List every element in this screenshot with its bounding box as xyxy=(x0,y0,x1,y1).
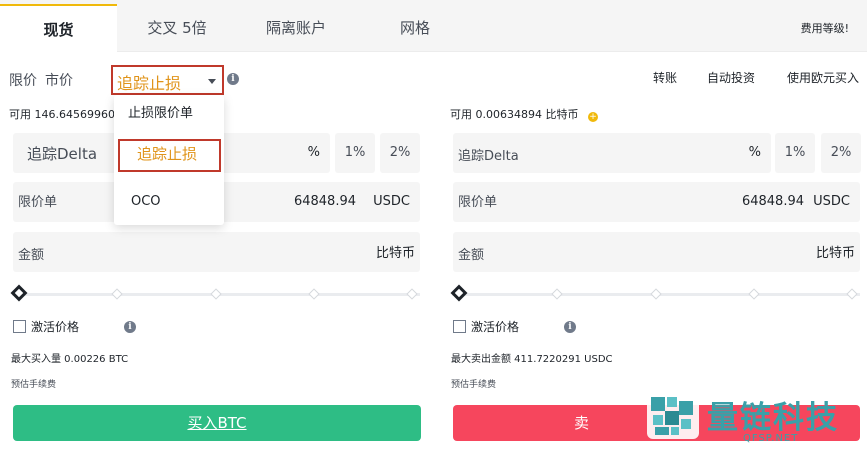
sell-available: 可用 0.00634894 比特币 + xyxy=(450,106,598,122)
sell-limit-field[interactable]: 限价单 64848.94 USDC xyxy=(453,182,860,222)
trade-tabbar: 现货 交叉 5倍 隔离账户 网格 费用等级! xyxy=(0,0,867,52)
buy-amount-label: 金额 xyxy=(18,248,45,263)
slider-handle[interactable] xyxy=(450,284,468,302)
tab-grid[interactable]: 网格 xyxy=(355,4,475,52)
slider-step-100[interactable] xyxy=(846,288,858,300)
menu-item-trailing-stop[interactable]: 追踪止损 xyxy=(118,139,221,172)
menu-item-stop-limit[interactable]: 止损限价单 xyxy=(128,102,193,121)
order-type-menu: 止损限价单 追踪止损 OCO xyxy=(114,95,224,225)
buy-pct-2-button[interactable]: 2% xyxy=(380,133,420,173)
buy-activate-info-icon[interactable]: i xyxy=(124,321,136,333)
order-type-selected: 追踪止损 xyxy=(117,74,182,93)
sell-pct-1-button[interactable]: 1% xyxy=(775,133,815,173)
sell-amount-field[interactable]: 金额 比特币 xyxy=(453,232,860,272)
buy-btc-button[interactable]: 买入BTC xyxy=(13,405,421,441)
sell-limit-label: 限价单 xyxy=(458,195,498,210)
fee-level-link[interactable]: 费用等级! xyxy=(801,20,849,36)
order-type-limit[interactable]: 限价 xyxy=(9,73,37,89)
sell-available-text: 可用 0.00634894 比特币 xyxy=(450,108,579,121)
sell-limit-unit: USDC xyxy=(813,194,850,209)
sell-trailing-delta-label: 追踪Delta xyxy=(458,149,519,164)
watermark: 量链科技 QFSP.NET xyxy=(645,387,867,450)
add-funds-icon[interactable]: + xyxy=(587,112,598,122)
buy-available: 可用 146.64569960 xyxy=(9,108,115,121)
order-type-market[interactable]: 市价 xyxy=(45,73,73,89)
watermark-title: 量链科技 xyxy=(707,400,839,436)
buy-amount-field[interactable]: 金额 比特币 xyxy=(13,232,420,272)
buy-max-amount: 最大买入量 0.00226 BTC xyxy=(11,354,129,365)
menu-item-oco[interactable]: OCO xyxy=(131,194,161,209)
tab-cross-5x[interactable]: 交叉 5倍 xyxy=(117,4,237,52)
order-type-dropdown[interactable]: 追踪止损 xyxy=(111,65,224,95)
buy-limit-unit: USDC xyxy=(373,194,410,209)
buy-pct-1-button[interactable]: 1% xyxy=(335,133,375,173)
slider-step-100[interactable] xyxy=(406,288,418,300)
tab-spot[interactable]: 现货 xyxy=(0,4,117,52)
info-icon[interactable]: i xyxy=(227,73,239,85)
buy-btc-button-label: 买入BTC xyxy=(187,414,247,432)
sell-activate-checkbox[interactable] xyxy=(453,320,466,333)
tab-isolated[interactable]: 隔离账户 xyxy=(237,4,355,52)
sell-trailing-delta-field[interactable]: 追踪Delta % xyxy=(453,133,771,173)
slider-handle[interactable] xyxy=(10,284,28,302)
buy-amount-unit: 比特币 xyxy=(375,246,415,261)
buy-fee-estimate: 预估手续费 xyxy=(11,380,57,390)
auto-invest-link[interactable]: 自动投资 xyxy=(707,69,755,86)
sell-amount-label: 金额 xyxy=(458,248,485,263)
buy-with-eur-link[interactable]: 使用欧元买入 xyxy=(787,69,859,86)
transfer-link[interactable]: 转账 xyxy=(653,69,677,86)
sell-amount-unit: 比特币 xyxy=(815,246,855,261)
watermark-subtitle: QFSP.NET xyxy=(743,433,799,444)
sell-btc-button-label: 卖 xyxy=(573,414,589,432)
buy-amount-slider[interactable] xyxy=(10,284,420,302)
buy-trailing-unit: % xyxy=(307,145,320,160)
slider-step-25[interactable] xyxy=(551,288,563,300)
slider-step-25[interactable] xyxy=(111,288,123,300)
sell-trailing-unit: % xyxy=(748,145,761,160)
sell-fee-estimate: 预估手续费 xyxy=(451,380,497,390)
slider-step-50[interactable] xyxy=(650,288,662,300)
sell-pct-2-button[interactable]: 2% xyxy=(821,133,861,173)
buy-limit-label: 限价单 xyxy=(18,195,58,210)
slider-step-50[interactable] xyxy=(210,288,222,300)
chevron-down-icon xyxy=(208,79,216,84)
sell-limit-value: 64848.94 xyxy=(741,194,804,209)
watermark-logo-icon xyxy=(647,393,699,439)
order-type-options: 限价 市价 xyxy=(9,70,81,90)
buy-activate-label: 激活价格 xyxy=(31,320,80,334)
sell-activate-label: 激活价格 xyxy=(471,320,520,334)
buy-activate-checkbox[interactable] xyxy=(13,320,26,333)
sell-activate-info-icon[interactable]: i xyxy=(564,321,576,333)
buy-trailing-delta-label: 追踪Delta xyxy=(27,145,98,163)
slider-step-75[interactable] xyxy=(748,288,760,300)
sell-max-amount: 最大卖出金额 411.7220291 USDC xyxy=(451,354,613,365)
slider-step-75[interactable] xyxy=(308,288,320,300)
buy-limit-value: 64848.94 xyxy=(293,194,356,209)
sell-amount-slider[interactable] xyxy=(450,284,860,302)
